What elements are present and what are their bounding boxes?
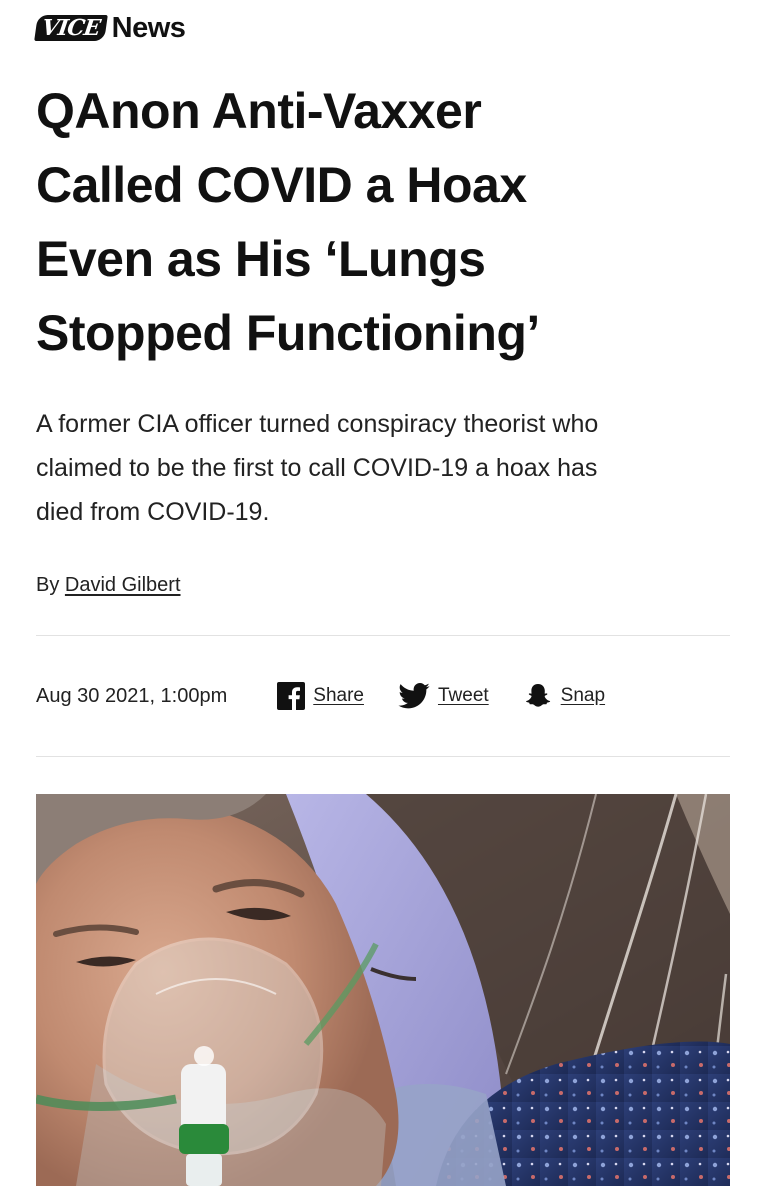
snapchat-share-label: Snap <box>560 685 606 706</box>
article-headline: QAnon Anti-Vaxxer Called COVID a Hoax Ev… <box>36 74 736 370</box>
dek-line: claimed to be the first to call COVID-19… <box>36 454 598 482</box>
dek-line: A former CIA officer turned conspiracy t… <box>36 410 599 438</box>
facebook-share-button[interactable]: Share <box>277 682 364 710</box>
twitter-share-label: Tweet <box>437 685 489 706</box>
headline-line: QAnon Anti-Vaxxer <box>36 83 482 139</box>
headline-line: Stopped Functioning’ <box>36 305 540 361</box>
section-name[interactable]: News <box>112 12 186 45</box>
site-header: VICE News <box>34 12 186 45</box>
divider <box>36 756 730 757</box>
twitter-share-button[interactable]: Tweet <box>398 683 489 709</box>
snapchat-share-button[interactable]: Snap <box>523 681 605 711</box>
snapchat-ghost-icon <box>523 681 553 711</box>
facebook-share-label: Share <box>313 685 364 706</box>
dek-line: died from COVID-19. <box>36 498 270 526</box>
meta-row: Aug 30 2021, 1:00pm Share Tweet Snap <box>36 676 730 716</box>
headline-line: Even as His ‘Lungs <box>36 231 486 287</box>
article-dek: A former CIA officer turned conspiracy t… <box>36 402 726 534</box>
publish-date: Aug 30 2021, 1:00pm <box>36 684 228 707</box>
hospital-selfie-photo <box>36 794 730 1186</box>
article-hero-photo[interactable] <box>36 794 730 1186</box>
author-link[interactable]: David Gilbert <box>65 574 181 596</box>
divider <box>36 635 730 636</box>
facebook-icon <box>277 682 306 710</box>
twitter-bird-icon <box>398 683 430 709</box>
vice-logo[interactable]: VICE <box>34 15 108 41</box>
byline: By David Gilbert <box>36 570 181 600</box>
article-page: VICE News QAnon Anti-Vaxxer Called COVID… <box>0 0 766 1200</box>
headline-line: Called COVID a Hoax <box>36 157 527 213</box>
byline-prefix: By <box>36 574 60 596</box>
